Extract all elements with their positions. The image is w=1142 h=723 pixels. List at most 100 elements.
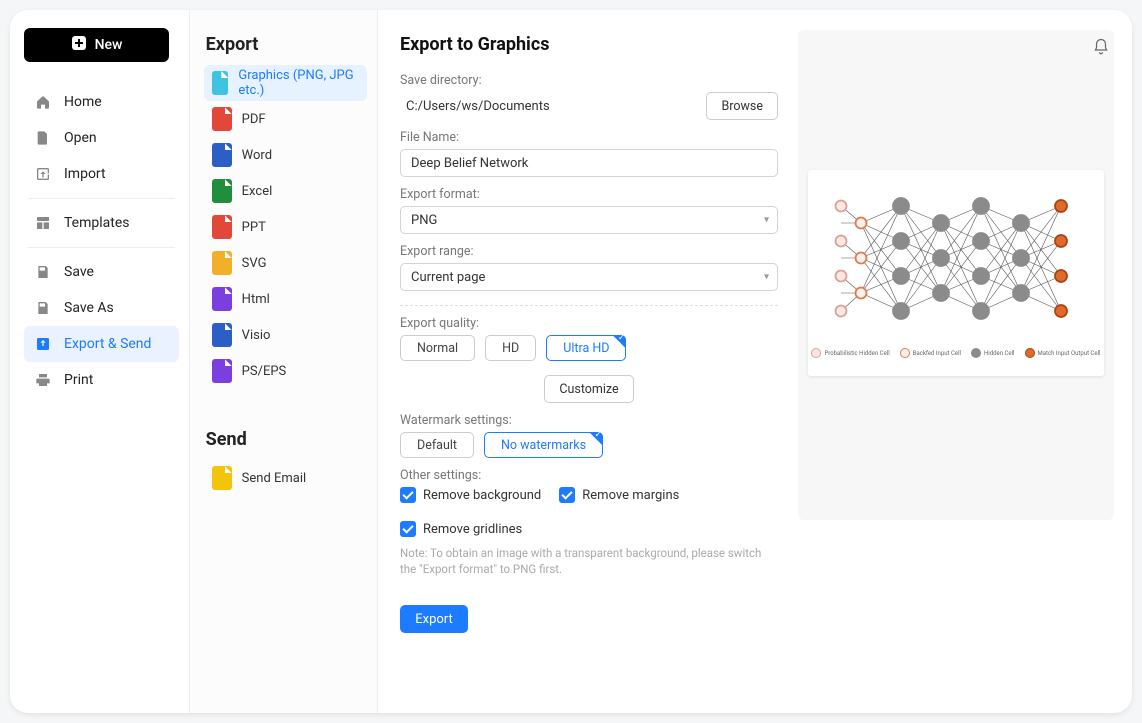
format-item-label: Excel xyxy=(242,184,273,199)
format-item-graphics-png-jpg-etc-[interactable]: Graphics (PNG, JPG etc.) xyxy=(204,65,367,101)
format-select[interactable]: PNG ▾ xyxy=(400,206,778,234)
file-type-icon xyxy=(212,323,232,347)
quality-ultra-hd[interactable]: Ultra HD xyxy=(546,335,626,361)
file-icon xyxy=(34,129,52,147)
nav-label: Save As xyxy=(64,300,114,316)
bell-icon[interactable] xyxy=(1092,38,1112,58)
format-item-label: PDF xyxy=(242,112,266,127)
other-label: Other settings: xyxy=(400,468,784,483)
nav-label: Print xyxy=(64,372,93,388)
format-item-label: Word xyxy=(242,148,272,163)
new-button[interactable]: New xyxy=(24,28,169,62)
legend-label: Hidden Cell xyxy=(984,350,1015,357)
separator xyxy=(400,305,778,306)
format-item-excel[interactable]: Excel xyxy=(204,173,367,209)
nav-label: Import xyxy=(64,166,106,182)
file-type-icon xyxy=(212,179,232,203)
range-label: Export range: xyxy=(400,244,784,259)
legend-item: Backfed Input Cell xyxy=(900,348,961,358)
nav-templates[interactable]: Templates xyxy=(24,205,179,241)
export-panel: Export Graphics (PNG, JPG etc.) PDF Word Ex… xyxy=(189,10,378,713)
check-remove-gridlines[interactable]: Remove gridlines xyxy=(400,521,522,537)
format-item-label: PPT xyxy=(242,220,266,235)
format-label: Export format: xyxy=(400,187,784,202)
home-icon xyxy=(34,93,52,111)
watermark-default[interactable]: Default xyxy=(400,432,474,458)
nav-save[interactable]: Save xyxy=(24,254,179,290)
save-dir-value: C:/Users/ws/Documents xyxy=(400,95,556,118)
note-text: Note: To obtain an image with a transpar… xyxy=(400,545,778,577)
save-icon xyxy=(34,263,52,281)
legend-dot-icon xyxy=(811,348,821,358)
customize-button[interactable]: Customize xyxy=(544,375,633,403)
format-item-ps-eps[interactable]: PS/EPS xyxy=(204,353,367,389)
checkbox-icon xyxy=(559,487,575,503)
check-remove-background[interactable]: Remove background xyxy=(400,487,541,503)
format-item-pdf[interactable]: PDF xyxy=(204,101,367,137)
legend-dot-icon xyxy=(971,348,981,358)
file-name-input[interactable] xyxy=(400,149,778,177)
chevron-down-icon: ▾ xyxy=(764,215,769,226)
nav-open[interactable]: Open xyxy=(24,120,179,156)
send-email-item[interactable]: Send Email xyxy=(204,460,367,496)
save-dir-label: Save directory: xyxy=(400,73,784,88)
watermark-none[interactable]: No watermarks xyxy=(484,432,603,458)
file-type-icon xyxy=(212,287,232,311)
format-value: PNG xyxy=(411,213,437,228)
format-item-label: Html xyxy=(242,292,270,307)
browse-button[interactable]: Browse xyxy=(706,92,778,120)
nav-label: Export & Send xyxy=(64,336,151,352)
chevron-down-icon: ▾ xyxy=(764,272,769,283)
nav-import[interactable]: Import xyxy=(24,156,179,192)
legend-label: Backfed Input Cell xyxy=(913,350,961,357)
checkbox-icon xyxy=(400,487,416,503)
file-type-icon xyxy=(212,71,229,95)
page-title: Export to Graphics xyxy=(400,34,784,55)
nav-separator xyxy=(28,247,175,248)
format-item-ppt[interactable]: PPT xyxy=(204,209,367,245)
legend-label: Match Input Output Cell xyxy=(1038,350,1101,357)
nav-print[interactable]: Print xyxy=(24,362,179,398)
export-section-title: Export xyxy=(206,34,367,55)
range-select[interactable]: Current page ▾ xyxy=(400,263,778,291)
legend-dot-icon xyxy=(900,348,910,358)
main-area: Export to Graphics Save directory: C:/Us… xyxy=(378,10,1132,713)
sidebar: New Home Open Import Templates xyxy=(10,10,189,713)
legend: Probabilistic Hidden Cell Backfed Input C… xyxy=(826,348,1086,358)
file-name-label: File Name: xyxy=(400,130,784,145)
export-form: Export to Graphics Save directory: C:/Us… xyxy=(378,10,798,713)
file-type-icon xyxy=(212,107,232,131)
quality-normal[interactable]: Normal xyxy=(400,335,475,361)
checkbox-icon xyxy=(400,521,416,537)
plus-icon xyxy=(71,35,87,55)
nav-label: Templates xyxy=(64,215,130,231)
nav-export-send[interactable]: Export & Send xyxy=(24,326,179,362)
check-label: Remove background xyxy=(423,488,541,503)
file-type-icon xyxy=(212,215,232,239)
export-icon xyxy=(34,335,52,353)
format-item-label: Graphics (PNG, JPG etc.) xyxy=(238,68,359,98)
network-diagram xyxy=(826,188,1086,338)
legend-dot-icon xyxy=(1025,348,1035,358)
file-type-icon xyxy=(212,359,232,383)
nav-home[interactable]: Home xyxy=(24,84,179,120)
check-label: Remove gridlines xyxy=(423,522,522,537)
legend-label: Probabilistic Hidden Cell xyxy=(824,350,889,357)
check-remove-margins[interactable]: Remove margins xyxy=(559,487,679,503)
range-value: Current page xyxy=(411,270,485,285)
nav-label: Save xyxy=(64,264,94,280)
send-section-title: Send xyxy=(206,429,367,450)
check-label: Remove margins xyxy=(582,488,679,503)
print-icon xyxy=(34,371,52,389)
nav-save-as[interactable]: Save As xyxy=(24,290,179,326)
format-item-svg[interactable]: SVG xyxy=(204,245,367,281)
format-item-label: PS/EPS xyxy=(242,364,287,379)
format-item-word[interactable]: Word xyxy=(204,137,367,173)
quality-hd[interactable]: HD xyxy=(485,335,536,361)
export-button[interactable]: Export xyxy=(400,605,468,633)
format-item-html[interactable]: Html xyxy=(204,281,367,317)
format-item-visio[interactable]: Visio xyxy=(204,317,367,353)
watermark-label: Watermark settings: xyxy=(400,413,784,428)
quality-label: Export quality: xyxy=(400,316,784,331)
nav-label: Home xyxy=(64,94,102,110)
